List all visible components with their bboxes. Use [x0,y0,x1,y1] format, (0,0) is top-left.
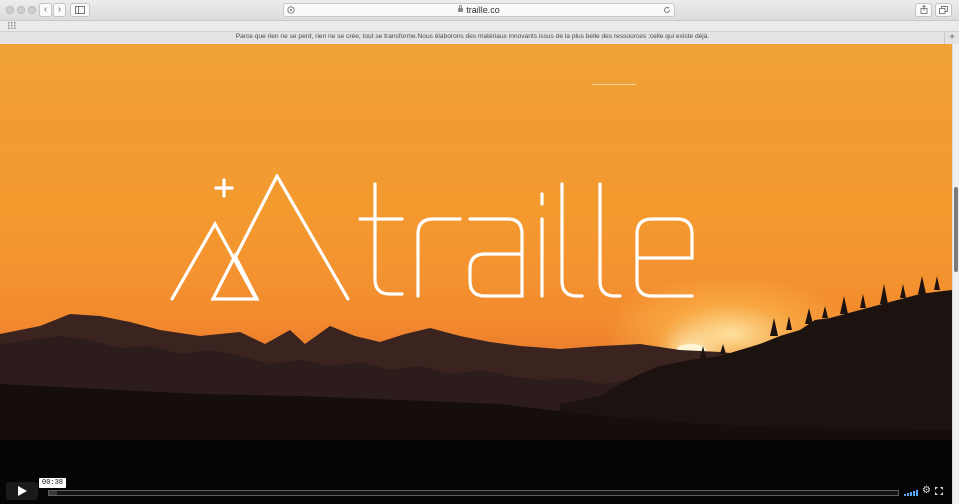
url-label: traille.co [466,5,500,15]
sidebar-button[interactable] [70,3,90,17]
reload-icon[interactable] [663,6,671,14]
address-bar[interactable]: traille.co [283,3,675,17]
new-tab-button[interactable]: + [944,32,959,44]
tab-title[interactable]: Parce que rien ne se perd, rien ne se cr… [0,33,945,40]
progress-bar[interactable] [48,490,899,496]
sidebar-icon [75,6,85,14]
current-time-badge: 00:38 [39,478,67,488]
favorites-bar [0,21,959,31]
traille-logo [170,174,694,301]
close-window-button[interactable] [6,6,14,14]
zoom-window-button[interactable] [28,6,36,14]
share-icon [920,4,927,14]
forward-button[interactable]: › [53,3,66,17]
share-button[interactable] [915,3,932,17]
video-player[interactable]: 00:38 ⚙ [0,44,952,504]
play-button[interactable] [6,482,38,500]
chevron-right-icon: › [57,4,62,15]
tabs-overview-button[interactable] [935,3,952,17]
minimize-window-button[interactable] [17,6,25,14]
lock-icon [458,5,464,12]
tab-bar: Parce que rien ne se perd, rien ne se cr… [0,31,959,45]
scrollbar-thumb[interactable] [954,187,958,272]
browser-toolbar: ‹ › traille.co [0,0,959,21]
fullscreen-icon[interactable] [935,487,943,495]
url-text: traille.co [284,5,674,15]
chevron-left-icon: ‹ [43,4,48,15]
volume-icon[interactable] [904,488,920,496]
plus-icon: + [949,32,955,43]
grid-icon[interactable] [8,22,16,29]
play-icon [18,486,27,496]
tabs-overview-icon [939,6,948,14]
back-button[interactable]: ‹ [39,3,52,17]
progress-fill [49,491,58,495]
page-scrollbar[interactable] [952,44,959,504]
gear-icon[interactable]: ⚙ [922,486,931,496]
